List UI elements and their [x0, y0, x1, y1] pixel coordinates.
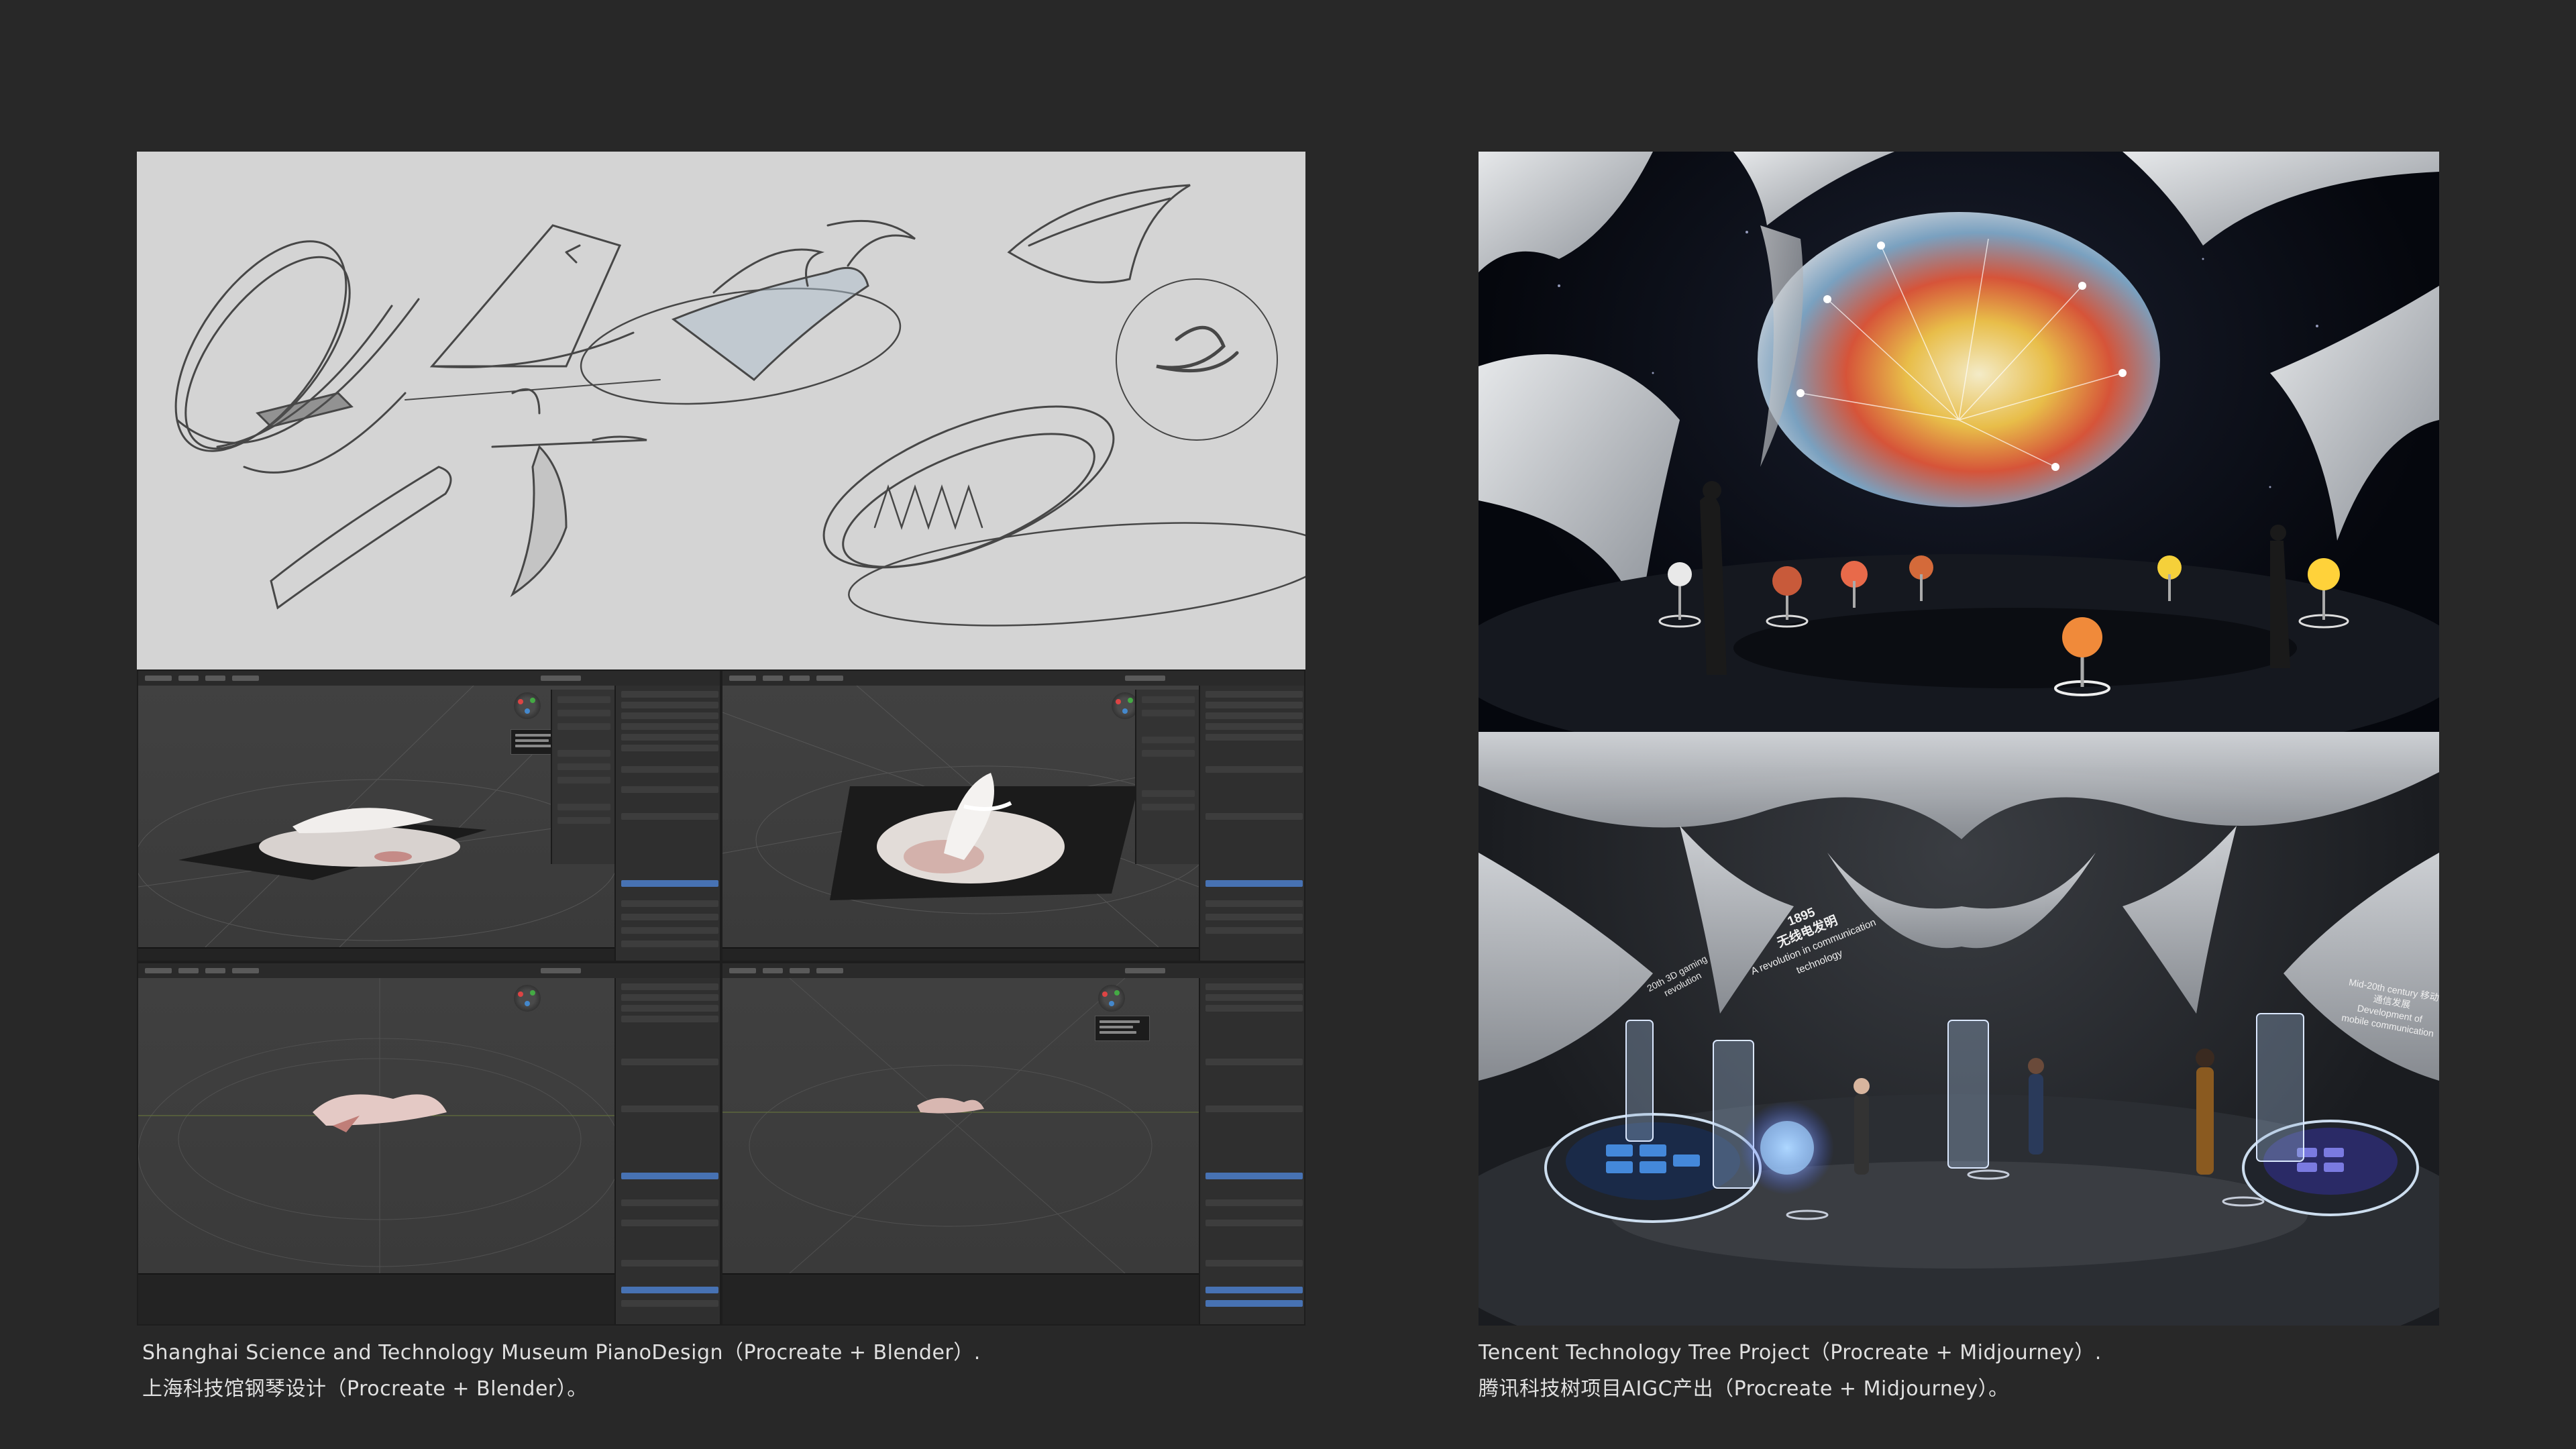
- viewport-3d[interactable]: [722, 685, 1213, 948]
- left-caption: Shanghai Science and Technology Museum P…: [142, 1335, 981, 1407]
- blender-n-panel[interactable]: [551, 690, 616, 864]
- piano-sketch-image: [137, 152, 1305, 669]
- tencent-exhibition-image: 1895 无线电发明 A revolution in communication…: [1479, 732, 2439, 1326]
- blender-window-bottom-right: [721, 962, 1305, 1326]
- blender-properties-panel[interactable]: [614, 978, 720, 1324]
- blender-navigation-gizmo-icon[interactable]: [1098, 985, 1125, 1012]
- caption-english: Tencent Technology Tree Project（Procreat…: [1479, 1341, 2102, 1364]
- blender-top-bar: [722, 963, 1304, 979]
- blender-tooltip: [1095, 1016, 1150, 1041]
- blender-properties-panel[interactable]: [1199, 978, 1304, 1324]
- blender-timeline[interactable]: [722, 1273, 1199, 1324]
- blender-navigation-gizmo-icon[interactable]: [1112, 692, 1138, 719]
- blender-top-bar: [138, 963, 720, 979]
- viewport-3d[interactable]: [138, 685, 619, 948]
- blender-timeline[interactable]: [138, 1273, 614, 1324]
- exhibition-render: [1479, 732, 2439, 1326]
- sketch-drawing: [174, 184, 1305, 627]
- tencent-dome-image: [1479, 152, 2439, 732]
- caption-chinese: 上海科技馆钢琴设计（Procreate + Blender）。: [142, 1377, 588, 1401]
- blender-navigation-gizmo-icon[interactable]: [514, 692, 541, 719]
- blender-top-bar: [138, 671, 720, 686]
- scene-render: [138, 978, 622, 1273]
- blender-window-top-left: [137, 669, 721, 962]
- blender-n-panel[interactable]: [1135, 690, 1200, 864]
- blender-viewports: [137, 669, 1305, 1326]
- blender-timeline[interactable]: [722, 947, 1199, 961]
- blender-timeline[interactable]: [138, 947, 614, 961]
- caption-chinese: 腾讯科技树项目AIGC产出（Procreate + Midjourney）。: [1479, 1377, 2009, 1401]
- caption-english: Shanghai Science and Technology Museum P…: [142, 1341, 981, 1364]
- viewport-3d[interactable]: [722, 977, 1199, 1274]
- scene-render: [722, 685, 1213, 948]
- scene-render: [138, 685, 619, 948]
- blender-top-bar: [722, 671, 1304, 686]
- blender-window-top-right: [721, 669, 1305, 962]
- dome-render: [1479, 152, 2439, 732]
- viewport-3d[interactable]: [138, 978, 622, 1273]
- blender-window-bottom-left: [137, 962, 721, 1326]
- blender-navigation-gizmo-icon[interactable]: [514, 985, 541, 1012]
- blender-properties-panel[interactable]: [614, 686, 720, 961]
- right-caption: Tencent Technology Tree Project（Procreat…: [1479, 1335, 2102, 1407]
- blender-properties-panel[interactable]: [1199, 686, 1304, 961]
